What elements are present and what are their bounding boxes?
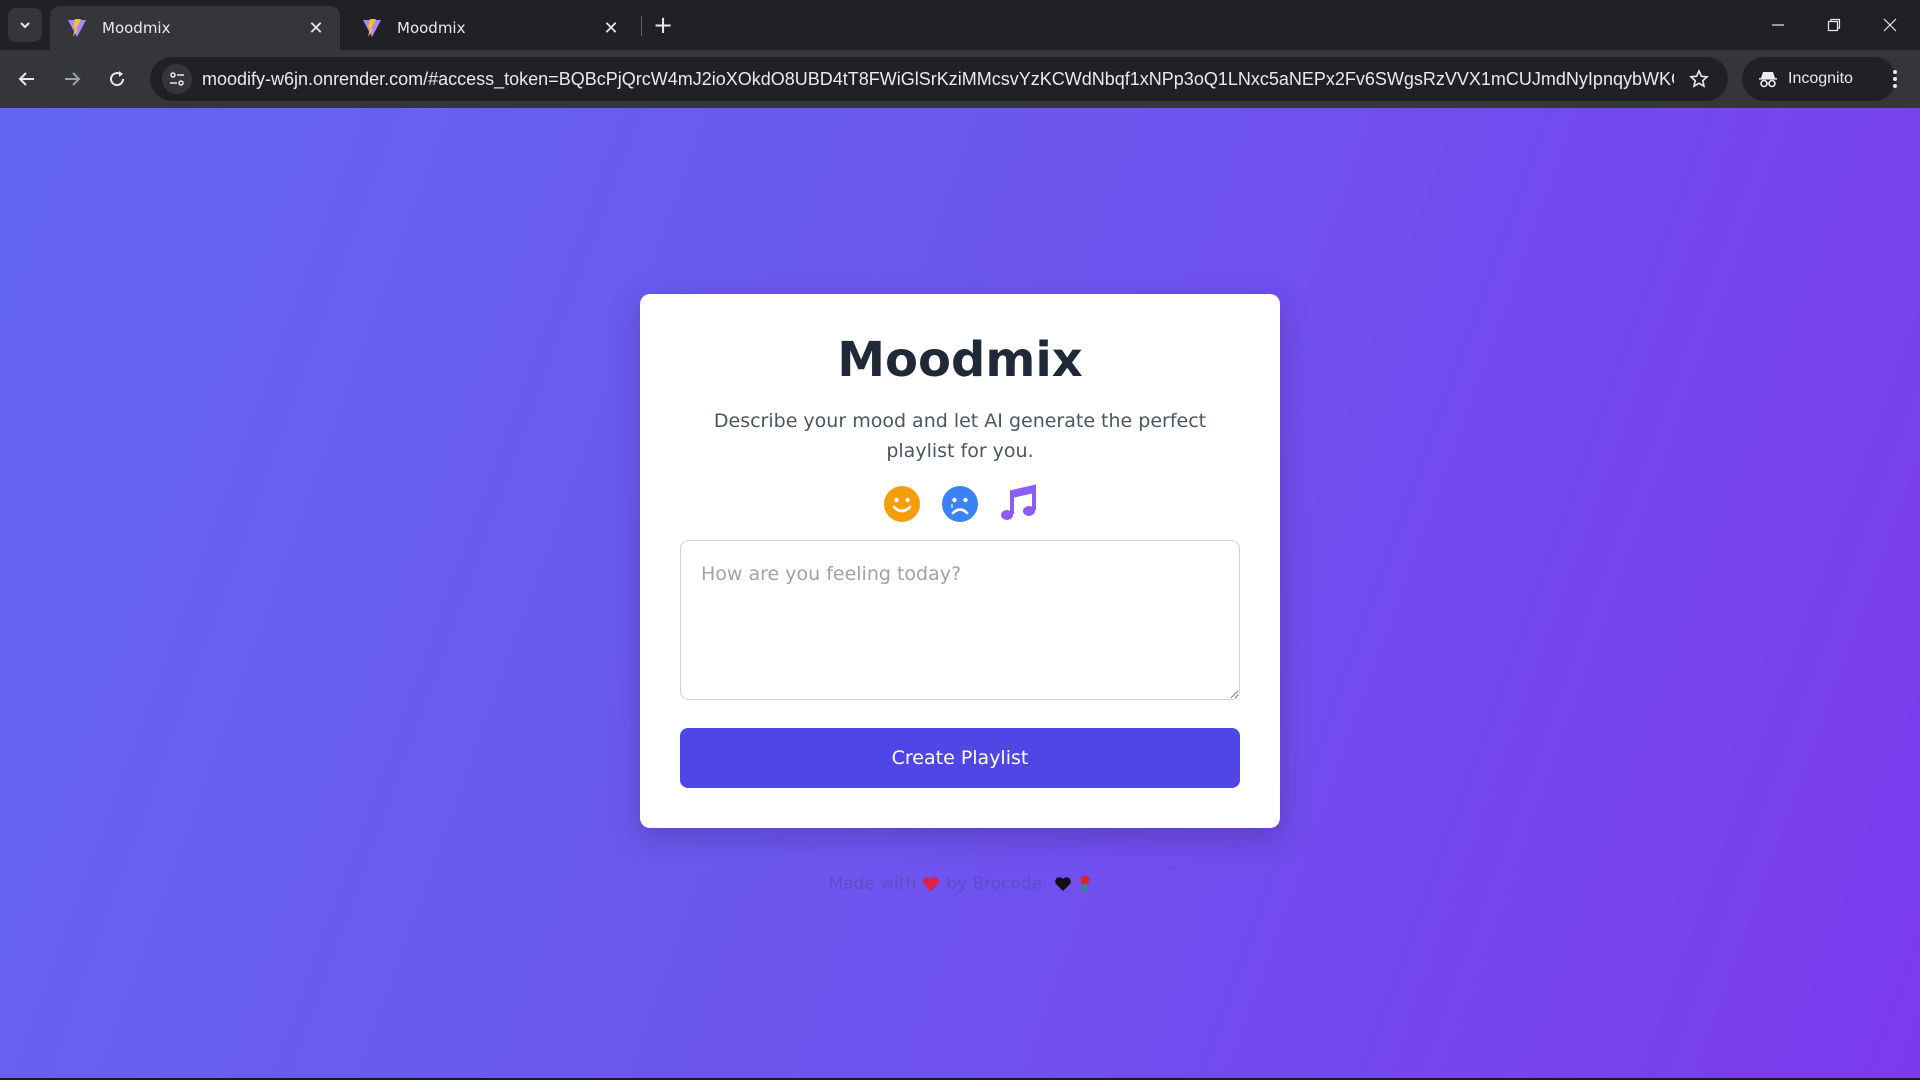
minimize-icon [1772, 24, 1784, 26]
vite-favicon-icon [363, 19, 381, 37]
footer: Made with by Brocode. [0, 874, 1920, 894]
create-playlist-button[interactable]: Create Playlist [680, 728, 1240, 788]
page-background: Moodmix Describe your mood and let AI ge… [0, 108, 1920, 1078]
incognito-icon [1759, 72, 1777, 88]
back-button[interactable] [10, 62, 44, 96]
sad-face-icon [940, 484, 980, 524]
tune-icon [170, 72, 184, 86]
red-heart-icon [922, 876, 940, 892]
vite-favicon-icon [68, 19, 86, 37]
tab-close-icon[interactable]: ✕ [304, 16, 328, 40]
app-description: Describe your mood and let AI generate t… [713, 410, 1207, 462]
url-text[interactable]: moodify-w6jn.onrender.com/#access_token=… [202, 69, 1674, 90]
tab-moodmix[interactable]: Moodmix ✕ [345, 6, 635, 50]
tab-divider [641, 16, 642, 36]
new-tab-button[interactable]: + [648, 10, 678, 40]
app-title: Moodmix [837, 332, 1083, 388]
close-icon [1883, 18, 1897, 32]
forward-button[interactable] [55, 62, 89, 96]
incognito-button[interactable]: Incognito [1742, 57, 1896, 101]
playlist-card: Moodmix Describe your mood and let AI ge… [640, 294, 1280, 828]
tab-title: Moodmix [102, 19, 171, 37]
browser-menu-button[interactable] [1880, 64, 1910, 94]
bookmark-star-icon[interactable] [1684, 64, 1714, 94]
arrow-left-icon [18, 72, 34, 86]
minimize-button[interactable] [1750, 0, 1806, 50]
happy-face-icon [882, 484, 922, 524]
browser-tab-strip: Moodmix ✕ Moodmix ✕ + [0, 0, 1920, 50]
address-bar[interactable]: moodify-w6jn.onrender.com/#access_token=… [150, 57, 1728, 101]
tab-search-button[interactable] [8, 8, 42, 42]
footer-by-author: by Brocode. [946, 874, 1048, 894]
footer-made-with: Made with [828, 874, 917, 894]
close-window-button[interactable] [1862, 0, 1918, 50]
tab-title: Moodmix [397, 19, 466, 37]
reload-button[interactable] [100, 62, 134, 96]
arrow-right-icon [65, 72, 81, 86]
mood-input[interactable] [680, 540, 1240, 700]
restore-icon [1827, 18, 1841, 32]
tab-moodmix-active[interactable]: Moodmix ✕ [50, 6, 340, 50]
mood-icons [640, 484, 1280, 524]
site-settings-icon[interactable] [162, 64, 192, 94]
restore-button[interactable] [1806, 0, 1862, 50]
incognito-label: Incognito [1788, 70, 1853, 87]
music-note-icon [998, 484, 1038, 524]
black-heart-icon [1054, 876, 1072, 892]
reload-icon [110, 71, 125, 87]
chevron-down-icon [20, 22, 30, 29]
more-vert-icon [1893, 70, 1897, 88]
tab-close-icon[interactable]: ✕ [599, 16, 623, 40]
rose-icon [1078, 875, 1092, 893]
browser-toolbar: moodify-w6jn.onrender.com/#access_token=… [0, 50, 1920, 108]
